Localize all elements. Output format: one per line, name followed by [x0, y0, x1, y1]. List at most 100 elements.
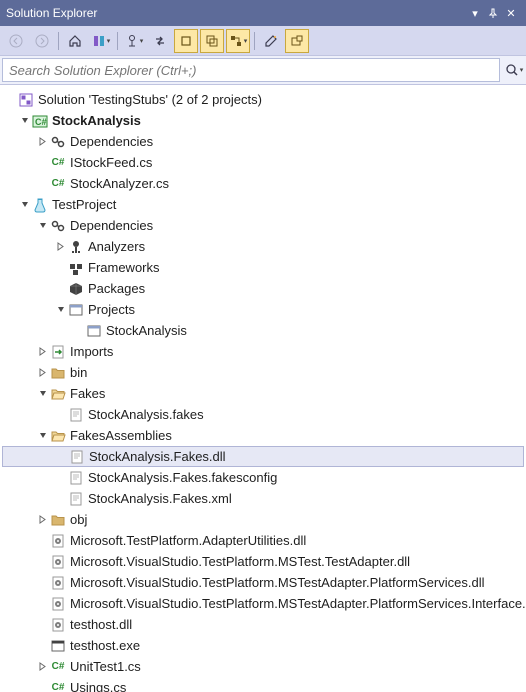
search-button[interactable]: ▾: [502, 56, 526, 84]
twisty-closed-icon[interactable]: [36, 345, 50, 359]
analyzers-icon: [68, 239, 84, 255]
file-fakes-xml[interactable]: StockAnalysis.Fakes.xml: [2, 488, 524, 509]
node-label: Imports: [70, 344, 113, 359]
analyzers-node[interactable]: Analyzers: [2, 236, 524, 257]
node-label: UnitTest1.cs: [70, 659, 141, 674]
solution-node[interactable]: Solution 'TestingStubs' (2 of 2 projects…: [2, 89, 524, 110]
twisty-open-icon[interactable]: [18, 114, 32, 128]
doc-icon: [68, 491, 84, 507]
node-label: StockAnalysis.Fakes.xml: [88, 491, 232, 506]
fakesassemblies-folder[interactable]: FakesAssemblies: [2, 425, 524, 446]
toolbar: ▾ ▾ ▾: [0, 26, 526, 56]
twisty-open-icon[interactable]: [36, 429, 50, 443]
search-input[interactable]: [2, 58, 500, 82]
dll-icon: [50, 554, 66, 570]
twisty-closed-icon[interactable]: [54, 240, 68, 254]
search-row: ▾: [0, 56, 526, 85]
twisty-open-icon[interactable]: [36, 387, 50, 401]
twisty-open-icon[interactable]: [18, 198, 32, 212]
title-bar: Solution Explorer ▾ ✕: [0, 0, 526, 26]
twisty-closed-icon[interactable]: [36, 366, 50, 380]
node-label: StockAnalyzer.cs: [70, 176, 169, 191]
preview-button[interactable]: [285, 29, 309, 53]
file-unittest1[interactable]: C# UnitTest1.cs: [2, 656, 524, 677]
nested-button[interactable]: ▾: [226, 29, 250, 53]
collapse-all-button[interactable]: [200, 29, 224, 53]
node-label: testhost.exe: [70, 638, 140, 653]
node-label: TestProject: [52, 197, 116, 212]
file-stockanalysis-fakes-dll[interactable]: StockAnalysis.Fakes.dll: [2, 446, 524, 467]
node-label: StockAnalysis: [106, 323, 187, 338]
folder-open-icon: [50, 428, 66, 444]
fakes-folder[interactable]: Fakes: [2, 383, 524, 404]
file-fakesconfig[interactable]: StockAnalysis.Fakes.fakesconfig: [2, 467, 524, 488]
node-label: FakesAssemblies: [70, 428, 172, 443]
dependencies-node[interactable]: Dependencies: [2, 131, 524, 152]
node-label: Frameworks: [88, 260, 160, 275]
obj-folder[interactable]: obj: [2, 509, 524, 530]
node-label: Usings.cs: [70, 680, 126, 692]
project-ref-icon: [86, 323, 102, 339]
packages-node[interactable]: Packages: [2, 278, 524, 299]
project-testproject[interactable]: TestProject: [2, 194, 524, 215]
node-label: Solution 'TestingStubs' (2 of 2 projects…: [38, 92, 262, 107]
node-label: StockAnalysis.Fakes.dll: [89, 449, 226, 464]
node-label: StockAnalysis.fakes: [88, 407, 204, 422]
twisty-open-icon[interactable]: [54, 303, 68, 317]
bin-folder[interactable]: bin: [2, 362, 524, 383]
home-button[interactable]: [63, 29, 87, 53]
projectref-stockanalysis[interactable]: StockAnalysis: [2, 320, 524, 341]
dll-icon: [50, 617, 66, 633]
solution-tree[interactable]: Solution 'TestingStubs' (2 of 2 projects…: [0, 85, 526, 692]
file-stockanalysis-fakes[interactable]: StockAnalysis.fakes: [2, 404, 524, 425]
pending-changes-filter-button[interactable]: ▾: [122, 29, 146, 53]
twisty-icon[interactable]: [4, 93, 18, 107]
back-button[interactable]: [4, 29, 28, 53]
csfile-icon: C#: [50, 659, 66, 675]
file-exe[interactable]: testhost.exe: [2, 635, 524, 656]
csproj-icon: [32, 113, 48, 129]
file-dll[interactable]: Microsoft.VisualStudio.TestPlatform.MSTe…: [2, 551, 524, 572]
window-menu-icon[interactable]: ▾: [466, 4, 484, 22]
file-dll[interactable]: testhost.dll: [2, 614, 524, 635]
show-all-files-button[interactable]: [174, 29, 198, 53]
node-label: Analyzers: [88, 239, 145, 254]
close-icon[interactable]: ✕: [502, 4, 520, 22]
dll-icon: [50, 596, 66, 612]
file-dll[interactable]: Microsoft.VisualStudio.TestPlatform.MSTe…: [2, 572, 524, 593]
file-usings[interactable]: C# Usings.cs: [2, 677, 524, 692]
node-label: StockAnalysis: [52, 113, 141, 128]
csfile-icon: C#: [50, 176, 66, 192]
twisty-closed-icon[interactable]: [36, 660, 50, 674]
node-label: Fakes: [70, 386, 105, 401]
window-title: Solution Explorer: [6, 6, 466, 20]
dependencies-node[interactable]: Dependencies: [2, 215, 524, 236]
file-istockfeed[interactable]: C# IStockFeed.cs: [2, 152, 524, 173]
node-label: Dependencies: [70, 134, 153, 149]
projects-node[interactable]: Projects: [2, 299, 524, 320]
file-dll[interactable]: Microsoft.TestPlatform.AdapterUtilities.…: [2, 530, 524, 551]
dll-icon: [50, 533, 66, 549]
project-stockanalysis[interactable]: StockAnalysis: [2, 110, 524, 131]
sync-button[interactable]: [148, 29, 172, 53]
twisty-open-icon[interactable]: [36, 219, 50, 233]
forward-button[interactable]: [30, 29, 54, 53]
node-label: obj: [70, 512, 87, 527]
imports-node[interactable]: Imports: [2, 341, 524, 362]
dependencies-icon: [50, 218, 66, 234]
pin-icon[interactable]: [484, 4, 502, 22]
frameworks-node[interactable]: Frameworks: [2, 257, 524, 278]
twisty-closed-icon[interactable]: [36, 513, 50, 527]
node-label: Projects: [88, 302, 135, 317]
csfile-icon: C#: [50, 680, 66, 692]
frameworks-icon: [68, 260, 84, 276]
doc-icon: [69, 449, 85, 465]
file-stockanalyzer[interactable]: C# StockAnalyzer.cs: [2, 173, 524, 194]
doc-icon: [68, 470, 84, 486]
properties-button[interactable]: [259, 29, 283, 53]
node-label: bin: [70, 365, 87, 380]
switch-views-button[interactable]: ▾: [89, 29, 113, 53]
project-ref-icon: [68, 302, 84, 318]
twisty-closed-icon[interactable]: [36, 135, 50, 149]
file-dll[interactable]: Microsoft.VisualStudio.TestPlatform.MSTe…: [2, 593, 524, 614]
